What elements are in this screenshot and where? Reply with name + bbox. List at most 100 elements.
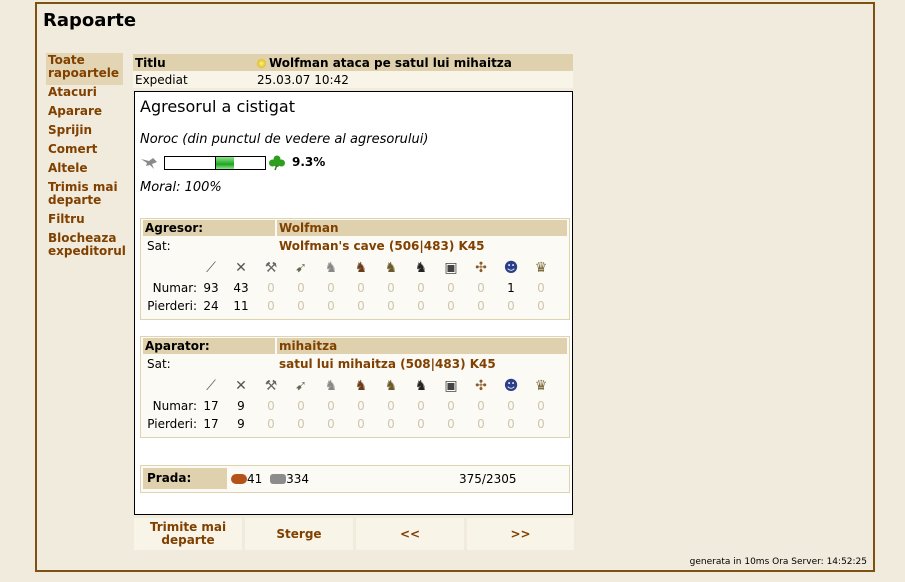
ram-icon: ▣ — [444, 260, 458, 276]
axe-icon: ⚒ — [264, 260, 278, 276]
delete-button[interactable]: Sterge — [245, 518, 353, 550]
defender-loss-cell: 0 — [507, 417, 515, 431]
menu-item-all-reports[interactable]: Toate rapoartele — [46, 53, 123, 85]
good-luck-icon — [268, 155, 286, 171]
loot-label: Prada: — [143, 468, 227, 489]
attacker-count-cell: 0 — [537, 281, 545, 295]
moral: Moral: 100% — [140, 180, 222, 195]
forward-button[interactable]: Trimite mai departe — [134, 518, 242, 550]
defender-count-cell: 0 — [297, 399, 305, 413]
defender-loss-cell: 0 — [387, 417, 395, 431]
attacker-loss-cell: 11 — [233, 299, 249, 313]
report-header: Titlu Wolfman ataca pe satul lui mihaitz… — [133, 54, 573, 88]
spear-icon: ⟋ — [206, 260, 216, 276]
menu-item-defense[interactable]: Aparare — [46, 104, 123, 123]
attacker-count-cell: 0 — [357, 281, 365, 295]
attacker-count-cell: 0 — [297, 281, 305, 295]
defender-loss-cell: 0 — [327, 417, 335, 431]
bad-luck-icon — [140, 155, 158, 169]
defender-count-cell: 0 — [387, 399, 395, 413]
attacker-count-cell: 1 — [507, 281, 515, 295]
defender-loss-cell: 0 — [477, 417, 485, 431]
previous-report-button[interactable]: << — [356, 518, 464, 550]
attacker-count-cell: 0 — [417, 281, 425, 295]
footer: generata in 10ms Ora Server: 14:52:25 — [690, 557, 867, 567]
attacker-count-cell: 0 — [327, 281, 335, 295]
main-frame: Rapoarte Toate rapoartele Atacuri Aparar… — [35, 2, 875, 572]
defender-loss-cell: 17 — [203, 417, 219, 431]
report-body: Agresorul a cistigat Noroc (din punctul … — [134, 91, 573, 515]
defender-village-label: Sat: — [147, 357, 171, 371]
axe-icon: ⚒ — [264, 378, 278, 394]
sword-icon: ✕ — [235, 260, 247, 276]
server-time: 14:52:25 — [826, 557, 867, 567]
report-title: Wolfman ataca pe satul lui mihaitza — [269, 55, 512, 70]
defender-loss-cell: 0 — [297, 417, 305, 431]
attacker-loss-cell: 0 — [507, 299, 515, 313]
attacker-loss-cell: 0 — [417, 299, 425, 313]
defender-loss-cell: 0 — [267, 417, 275, 431]
attacker-count-cell: 93 — [203, 281, 219, 295]
light-cavalry-icon: ♞ — [354, 378, 368, 394]
archer-icon: ➹ — [295, 260, 307, 276]
attacker-loss-cell: 0 — [477, 299, 485, 313]
menu-item-forwarded[interactable]: Trimis mai departe — [46, 180, 123, 212]
spy-icon: ♞ — [324, 378, 338, 394]
defender-count-label: Numar: — [152, 399, 197, 413]
defender-loss-cell: 0 — [537, 417, 545, 431]
attacker-player-link[interactable]: Wolfman — [277, 220, 567, 236]
server-time-label: Ora Server: — [772, 557, 824, 567]
defender-count-cell: 0 — [477, 399, 485, 413]
next-report-button[interactable]: >> — [467, 518, 574, 550]
attacker-count-cell: 0 — [447, 281, 455, 295]
sword-icon: ✕ — [235, 378, 247, 394]
defender-loss-cell: 9 — [237, 417, 245, 431]
defender-loss-cell: 0 — [447, 417, 455, 431]
catapult-icon: ✣ — [475, 260, 487, 276]
menu-item-attacks[interactable]: Atacuri — [46, 85, 123, 104]
title-label: Titlu — [133, 54, 255, 71]
attacker-loss-cell: 0 — [357, 299, 365, 313]
attacker-count-cell: 0 — [387, 281, 395, 295]
defender-count-cell: 0 — [267, 399, 275, 413]
battle-result: Agresorul a cistigat — [140, 97, 295, 116]
attacker-label: Agresor: — [143, 220, 275, 236]
defender-player-link[interactable]: mihaitza — [277, 338, 567, 354]
defender-count-cell: 9 — [237, 399, 245, 413]
attacker-count-label: Numar: — [152, 281, 197, 295]
defender-label: Aparator: — [143, 338, 275, 354]
defender-count-cell: 0 — [507, 399, 515, 413]
new-report-icon — [257, 58, 266, 68]
luck-percent: 9.3% — [292, 155, 326, 169]
menu-item-support[interactable]: Sprijin — [46, 123, 123, 142]
attacker-loss-cell: 24 — [203, 299, 219, 313]
generation-time: generata in 10ms — [689, 557, 770, 567]
ram-icon: ▣ — [444, 378, 458, 394]
noble-icon: ♛ — [534, 260, 548, 276]
menu-item-block-sender[interactable]: Blocheaza expeditorul — [46, 231, 126, 263]
attacker-loss-cell: 0 — [267, 299, 275, 313]
attacker-loss-label: Pierderi: — [147, 299, 197, 313]
menu-item-other[interactable]: Altele — [46, 161, 123, 180]
attacker-count-cell: 0 — [267, 281, 275, 295]
luck-row: 9.3% — [140, 155, 440, 171]
luck-bar — [164, 156, 266, 170]
defender-loss-cell: 0 — [357, 417, 365, 431]
noble-icon: ♛ — [534, 378, 548, 394]
defender-count-cell: 17 — [203, 399, 219, 413]
menu-item-filter[interactable]: Filtru — [46, 212, 123, 231]
heavy-cavalry-icon: ♞ — [414, 260, 428, 276]
defender-loss-cell: 0 — [417, 417, 425, 431]
stone-icon — [270, 474, 287, 484]
attacker-village-link[interactable]: Wolfman's cave (506|483) K45 — [279, 239, 485, 253]
defender-count-cell: 0 — [447, 399, 455, 413]
title-value-cell: Wolfman ataca pe satul lui mihaitza — [255, 54, 573, 71]
defender-section: Aparator: mihaitza Sat: satul lui mihait… — [140, 336, 570, 438]
defender-village-link[interactable]: satul lui mihaitza (508|483) K45 — [279, 357, 496, 371]
mounted-archer-icon: ♞ — [384, 260, 398, 276]
attacker-loss-cell: 0 — [297, 299, 305, 313]
attacker-loss-cell: 0 — [387, 299, 395, 313]
defender-count-cell: 0 — [417, 399, 425, 413]
menu-item-trade[interactable]: Comert — [46, 142, 123, 161]
sent-label: Expediat — [133, 71, 255, 88]
